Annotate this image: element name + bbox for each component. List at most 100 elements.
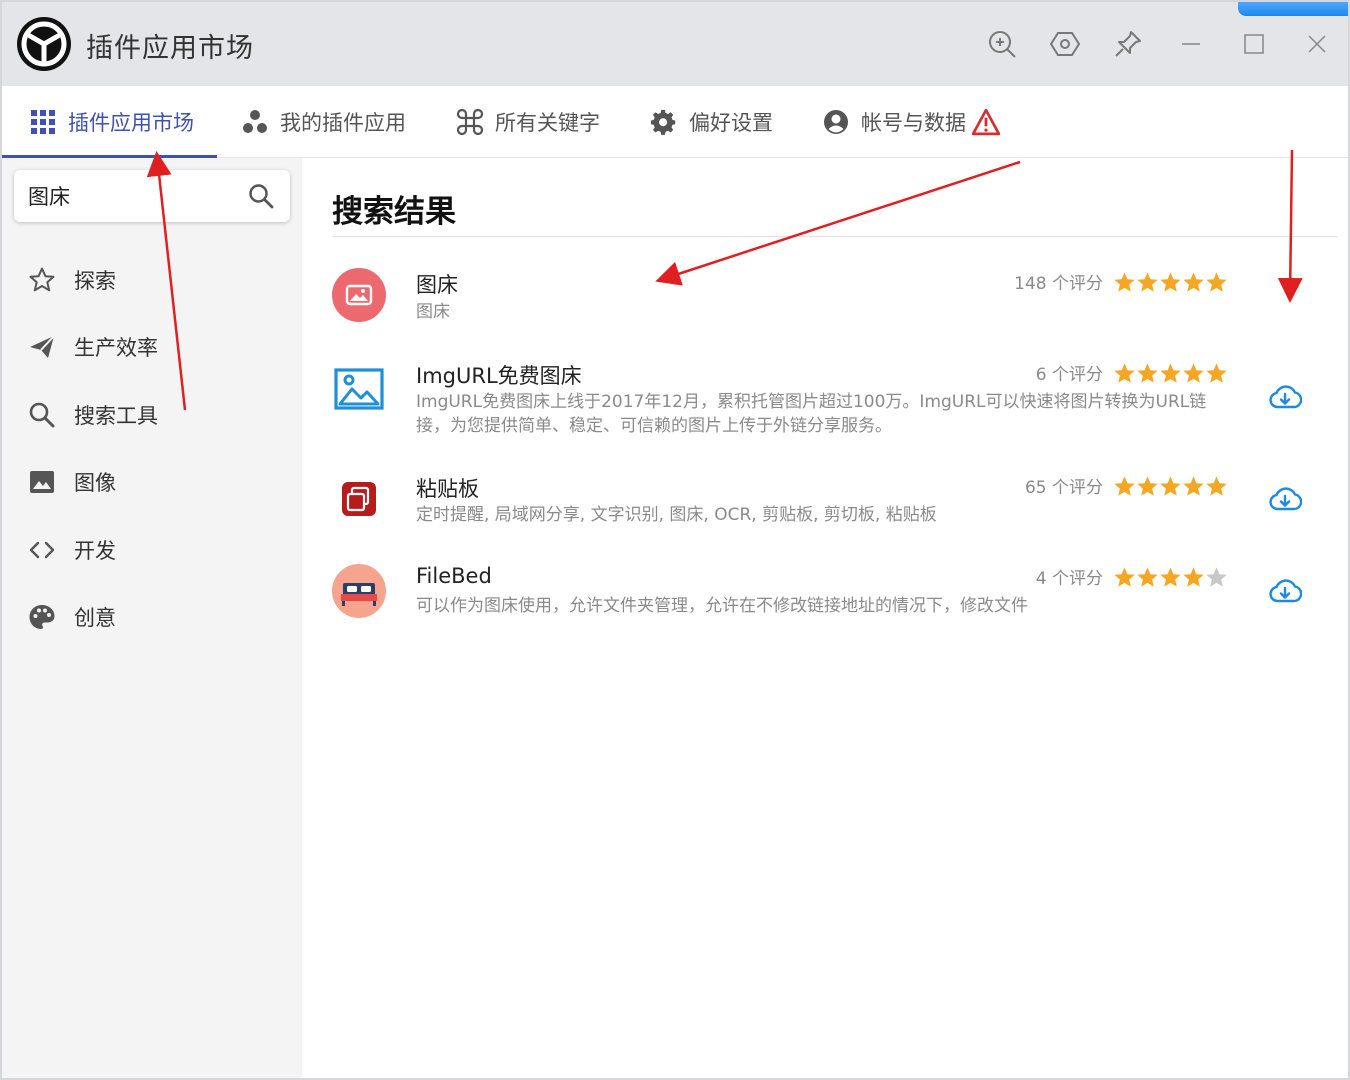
- rating-count: 4 个评分: [1035, 569, 1103, 589]
- send-icon: [30, 335, 55, 358]
- star-filled-icon: [1183, 475, 1204, 496]
- clipboard-app-icon: [342, 482, 376, 516]
- result-name: FileBed: [416, 564, 492, 588]
- rating: 6 个评分: [1036, 360, 1228, 385]
- sidebar-item-development[interactable]: 开发: [2, 522, 302, 578]
- app-window: 插件应用市场 插件应用市场 我的插件应用 所有关键字 偏好设置 帐号与数据 图床…: [0, 0, 1350, 1080]
- tab-label: 帐号与数据: [861, 111, 966, 135]
- rating-count: 148 个评分: [1014, 274, 1103, 294]
- search-input[interactable]: [28, 180, 238, 212]
- title-bar: 插件应用市场: [2, 2, 1348, 86]
- tab-label: 所有关键字: [495, 111, 600, 135]
- maximize-icon: [1243, 34, 1264, 54]
- star-empty-icon: [1206, 566, 1227, 587]
- account-icon: [824, 110, 848, 134]
- divider: [332, 236, 1338, 237]
- sidebar-item-label: 探索: [74, 269, 116, 293]
- star-filled-icon: [1114, 362, 1135, 383]
- sidebar-item-images[interactable]: 图像: [2, 454, 302, 510]
- sidebar-item-explore[interactable]: 探索: [2, 252, 302, 308]
- sidebar-item-productivity[interactable]: 生产效率: [2, 319, 302, 375]
- tab-all-keywords[interactable]: 所有关键字: [457, 86, 600, 158]
- close-icon: [1307, 35, 1326, 53]
- star-filled-icon: [1160, 566, 1181, 587]
- rating: 65 个评分: [1025, 473, 1228, 498]
- imgurl-app-icon: [334, 368, 384, 410]
- tab-label: 偏好设置: [689, 111, 773, 135]
- tab-label: 我的插件应用: [280, 111, 406, 135]
- cloud-download-icon[interactable]: [1268, 381, 1302, 415]
- sidebar-item-label: 生产效率: [74, 336, 158, 360]
- code-icon: [29, 541, 55, 559]
- star-rating: [1113, 475, 1228, 497]
- star-filled-icon: [1183, 566, 1204, 587]
- result-description: ImgURL免费图床上线于2017年12月，累积托管图片超过100万。ImgUR…: [416, 392, 1207, 436]
- star-filled-icon: [1206, 362, 1227, 383]
- app-logo-icon: [17, 17, 71, 71]
- minimize-icon: [1181, 43, 1200, 45]
- rating-count: 6 个评分: [1035, 365, 1103, 385]
- sidebar-item-creative[interactable]: 创意: [2, 589, 302, 645]
- minimize-button[interactable]: [1159, 2, 1222, 86]
- star-filled-icon: [1206, 475, 1227, 496]
- tab-account-data[interactable]: 帐号与数据: [823, 86, 1000, 158]
- tab-plugin-market[interactable]: 插件应用市场: [30, 86, 194, 158]
- sidebar: 探索 生产效率 搜索工具 图像 开发 创意: [2, 158, 302, 1078]
- tab-preferences[interactable]: 偏好设置: [651, 86, 773, 158]
- star-rating: [1113, 566, 1228, 588]
- sidebar-item-label: 开发: [74, 539, 116, 563]
- page-title: 搜索结果: [332, 194, 456, 230]
- result-name: 粘贴板: [416, 477, 479, 501]
- result-description: 可以作为图床使用，允许文件夹管理，允许在不修改链接地址的情况下，修改文件: [416, 596, 1028, 616]
- zoom-in-icon: [988, 31, 1016, 58]
- palette-icon: [29, 605, 55, 629]
- tab-label: 插件应用市场: [68, 111, 194, 135]
- hexagon-settings-icon: [1049, 32, 1080, 56]
- image-icon: [30, 471, 54, 493]
- app-title: 插件应用市场: [86, 33, 254, 64]
- sidebar-item-label: 搜索工具: [74, 404, 158, 428]
- search-icon: [29, 402, 55, 428]
- star-filled-icon: [1160, 362, 1181, 383]
- star-rating: [1113, 362, 1228, 384]
- plugin-settings-button[interactable]: [1033, 2, 1096, 86]
- search-box: [14, 170, 290, 222]
- tab-bar: 插件应用市场 我的插件应用 所有关键字 偏好设置 帐号与数据: [2, 86, 1348, 158]
- result-description: 图床: [416, 302, 450, 322]
- pin-icon: [1114, 31, 1141, 57]
- star-filled-icon: [1137, 362, 1158, 383]
- picture-bed-app-icon: [332, 268, 386, 322]
- star-filled-icon: [1137, 271, 1158, 292]
- star-filled-icon: [1137, 566, 1158, 587]
- command-icon: [457, 109, 483, 135]
- result-name: ImgURL免费图床: [416, 364, 582, 388]
- star-filled-icon: [1160, 271, 1181, 292]
- result-description: 定时提醒, 局域网分享, 文字识别, 图床, OCR, 剪贴板, 剪切板, 粘贴…: [416, 505, 937, 525]
- cloud-download-icon[interactable]: [1268, 575, 1302, 609]
- star-filled-icon: [1114, 566, 1135, 587]
- rating-count: 65 个评分: [1024, 478, 1103, 498]
- star-filled-icon: [1183, 362, 1204, 383]
- star-outline-icon: [29, 267, 55, 292]
- sidebar-item-label: 图像: [74, 471, 116, 495]
- star-filled-icon: [1183, 271, 1204, 292]
- main-content: 搜索结果 图床 图床 148 个评分 ImgURL免费图床 ImgURL免费图床…: [302, 158, 1348, 1078]
- loading-indicator: [1238, 2, 1348, 16]
- grid-icon: [31, 110, 55, 134]
- filebed-app-icon: [332, 564, 386, 618]
- sidebar-item-search-tools[interactable]: 搜索工具: [2, 387, 302, 443]
- pin-button[interactable]: [1096, 2, 1159, 86]
- rating: 4 个评分: [1036, 564, 1228, 589]
- sidebar-item-label: 创意: [74, 606, 116, 630]
- star-rating: [1113, 271, 1228, 293]
- star-filled-icon: [1114, 271, 1135, 292]
- result-name: 图床: [416, 273, 458, 297]
- rating: 148 个评分: [1014, 269, 1228, 294]
- cloud-download-icon[interactable]: [1268, 483, 1302, 517]
- star-filled-icon: [1160, 475, 1181, 496]
- tab-my-plugins[interactable]: 我的插件应用: [242, 86, 406, 158]
- gear-icon: [651, 109, 676, 135]
- zoom-button[interactable]: [970, 2, 1033, 86]
- bubbles-icon: [243, 110, 267, 133]
- search-icon[interactable]: [248, 183, 274, 209]
